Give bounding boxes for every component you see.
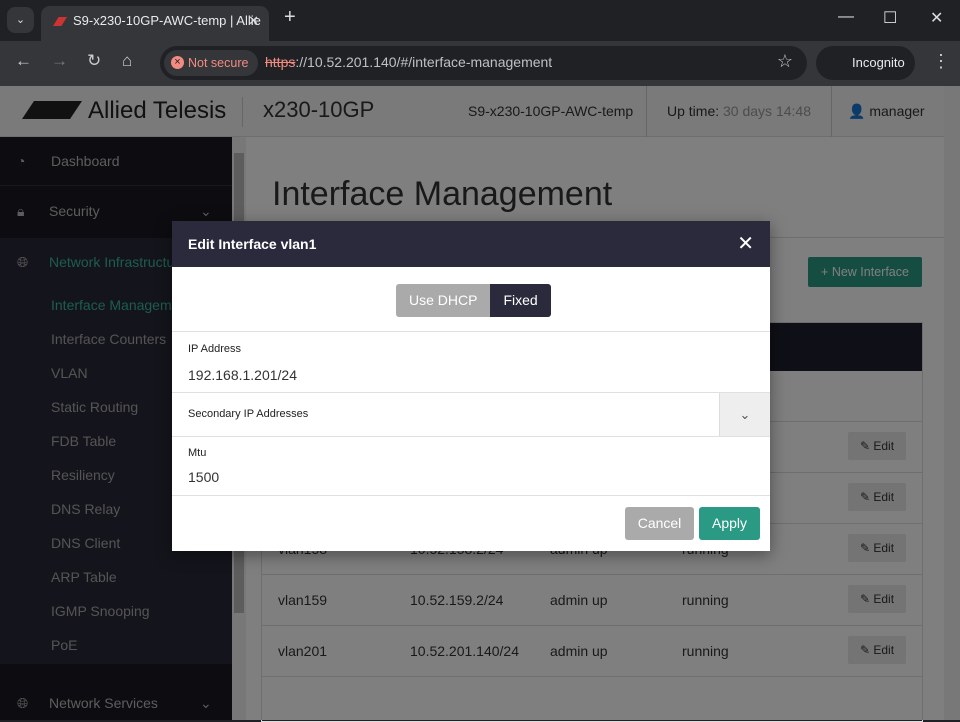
not-secure-badge[interactable]: Not secure [164,50,258,76]
new-tab-button[interactable]: + [284,6,296,29]
browser-tab[interactable]: S9-x230-10GP-AWC-temp | Allie ✕ [41,6,269,41]
tab-search-button[interactable]: ⌄ [7,7,34,33]
ip-address-input[interactable]: 192.168.1.201/24 [188,367,297,383]
ip-address-field[interactable]: IP Address 192.168.1.201/24 [172,331,770,392]
ip-address-label: IP Address [188,343,241,355]
dialog-title: Edit Interface vlan1 [188,236,317,252]
secondary-ip-field[interactable]: Secondary IP Addresses ⌄ [172,392,770,437]
edit-interface-dialog: Edit Interface vlan1 ✕ Use DHCP Fixed IP … [172,221,770,551]
menu-icon[interactable]: ⋮ [932,51,950,72]
apply-button[interactable]: Apply [699,507,760,540]
url-text: ://10.52.201.140/#/interface-management [295,54,553,70]
forward-icon[interactable]: → [51,51,68,71]
favicon-icon [53,17,67,26]
url-bar[interactable]: Not secure https://10.52.201.140/#/inter… [160,46,807,80]
ip-mode-toggle: Use DHCP Fixed [396,284,551,317]
chevron-down-icon[interactable]: ⌄ [719,393,770,437]
mtu-input[interactable]: 1500 [188,469,219,485]
incognito-button[interactable]: Incognito [816,46,915,80]
mtu-field[interactable]: Mtu 1500 [172,436,770,496]
close-window-button[interactable]: ✕ [930,8,943,28]
fixed-button[interactable]: Fixed [490,284,551,317]
maximize-button[interactable]: ☐ [883,8,897,28]
reload-icon[interactable]: ↻ [87,51,101,71]
tab-title: S9-x230-10GP-AWC-temp | Allie [73,13,261,28]
home-icon[interactable]: ⌂ [122,51,132,71]
use-dhcp-button[interactable]: Use DHCP [396,284,491,317]
minimize-button[interactable]: — [838,8,854,26]
incognito-label: Incognito [852,55,905,70]
address-bar-area: ← → ↻ ⌂ Not secure https://10.52.201.140… [0,41,960,86]
secondary-ip-label: Secondary IP Addresses [188,408,309,420]
back-icon[interactable]: ← [15,51,32,71]
url-scheme: https [265,54,296,70]
mtu-label: Mtu [188,447,207,459]
browser-tabbar: ⌄ S9-x230-10GP-AWC-temp | Allie ✕ + — ☐ ✕ [0,0,960,41]
cancel-button[interactable]: Cancel [625,507,694,540]
bookmark-star-icon[interactable]: ☆ [777,51,793,72]
close-tab-icon[interactable]: ✕ [248,6,259,36]
close-icon[interactable]: ✕ [737,221,754,267]
